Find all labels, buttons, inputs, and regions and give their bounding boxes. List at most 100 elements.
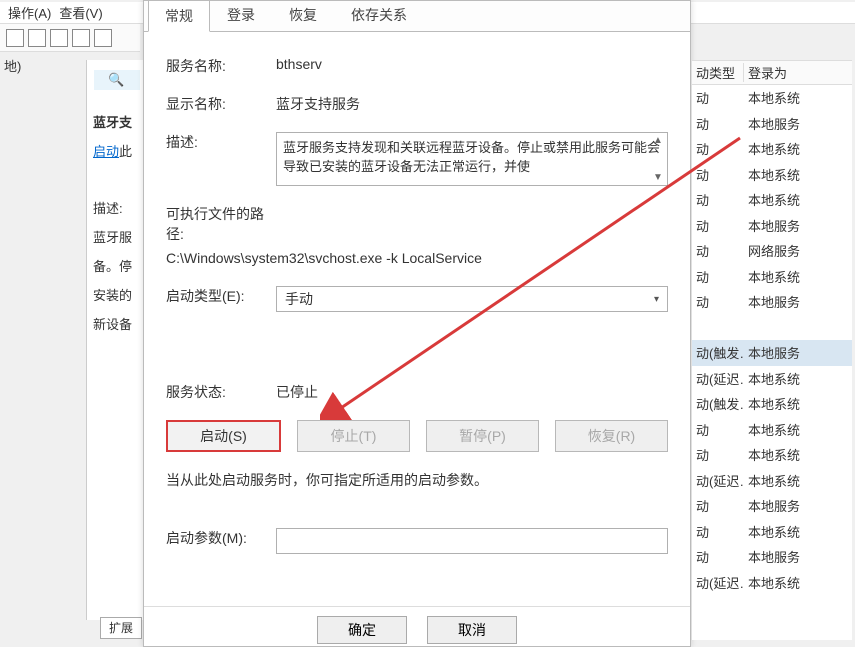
- service-properties-dialog: 常规 登录 恢复 依存关系 服务名称: bthserv 显示名称: 蓝牙支持服务…: [143, 0, 691, 647]
- start-params-input[interactable]: [276, 528, 668, 554]
- cell-startup-type: 动(触发…: [692, 394, 744, 413]
- cell-logon-as: 本地系统: [744, 522, 852, 541]
- service-row[interactable]: 动本地服务: [692, 213, 852, 239]
- header-startup-type[interactable]: 动类型: [692, 63, 744, 82]
- toolbar: [0, 24, 140, 52]
- start-button[interactable]: 启动(S): [166, 420, 281, 452]
- cell-logon-as: 网络服务: [744, 241, 852, 260]
- cell-startup-type: 动: [692, 241, 744, 260]
- service-row[interactable]: 动(延迟…本地系统: [692, 468, 852, 494]
- startup-params-hint: 当从此处启动服务时，你可指定所适用的启动参数。: [166, 470, 668, 490]
- cell-startup-type: 动(触发…: [692, 343, 744, 362]
- desc-line-3: 安装的: [87, 283, 146, 306]
- label-service-name: 服务名称:: [166, 56, 276, 76]
- toolbar-icon-3[interactable]: [50, 29, 68, 47]
- cell-startup-type: 动(延迟…: [692, 471, 744, 490]
- cell-logon-as: 本地系统: [744, 369, 852, 388]
- cell-startup-type: 动: [692, 165, 744, 184]
- pause-button: 暂停(P): [426, 420, 539, 452]
- search-icon[interactable]: 🔍: [94, 70, 140, 90]
- service-row[interactable]: [692, 315, 852, 341]
- cell-logon-as: 本地系统: [744, 139, 852, 158]
- value-display-name: 蓝牙支持服务: [276, 94, 668, 114]
- cell-startup-type: 动: [692, 547, 744, 566]
- service-row[interactable]: 动本地系统: [692, 162, 852, 188]
- cell-logon-as: 本地系统: [744, 573, 852, 592]
- cell-logon-as: 本地系统: [744, 267, 852, 286]
- service-row[interactable]: 动本地系统: [692, 264, 852, 290]
- cancel-button[interactable]: 取消: [427, 616, 517, 644]
- scroll-up-icon[interactable]: ▲: [651, 135, 665, 146]
- service-row[interactable]: 动本地系统: [692, 442, 852, 468]
- ok-button[interactable]: 确定: [317, 616, 407, 644]
- header-logon-as[interactable]: 登录为: [744, 63, 852, 82]
- value-exe-path: C:\Windows\system32\svchost.exe -k Local…: [166, 250, 668, 266]
- start-service-link[interactable]: 启动: [93, 144, 119, 159]
- service-row[interactable]: 动(触发…本地服务: [692, 340, 852, 366]
- label-exe-path: 可执行文件的路径:: [166, 204, 276, 244]
- tab-general[interactable]: 常规: [148, 0, 210, 32]
- description-text: 蓝牙服务支持发现和关联远程蓝牙设备。停止或禁用此服务可能会导致已安装的蓝牙设备无…: [283, 140, 660, 174]
- service-row[interactable]: 动(延迟…本地系统: [692, 570, 852, 596]
- label-startup-type: 启动类型(E):: [166, 286, 276, 306]
- description-box[interactable]: 蓝牙服务支持发现和关联远程蓝牙设备。停止或禁用此服务可能会导致已安装的蓝牙设备无…: [276, 132, 668, 186]
- service-row[interactable]: 动本地服务: [692, 493, 852, 519]
- service-row[interactable]: 动本地系统: [692, 85, 852, 111]
- cell-logon-as: 本地服务: [744, 547, 852, 566]
- service-row[interactable]: 动本地服务: [692, 111, 852, 137]
- cell-startup-type: 动: [692, 88, 744, 107]
- service-row[interactable]: 动网络服务: [692, 238, 852, 264]
- cell-logon-as: 本地服务: [744, 496, 852, 515]
- chevron-down-icon: ▾: [654, 294, 659, 305]
- tab-logon[interactable]: 登录: [210, 0, 272, 31]
- service-row[interactable]: 动本地系统: [692, 417, 852, 443]
- desc-line-2: 备。停: [87, 254, 146, 277]
- cell-logon-as: 本地服务: [744, 114, 852, 133]
- cell-startup-type: 动: [692, 216, 744, 235]
- services-detail-panel: 🔍 蓝牙支 启动此 描述: 蓝牙服 备。停 安装的 新设备: [86, 60, 146, 620]
- service-row[interactable]: 动本地服务: [692, 289, 852, 315]
- cell-logon-as: 本地系统: [744, 165, 852, 184]
- toolbar-icon-5[interactable]: [94, 29, 112, 47]
- services-list: 动类型 登录为 动本地系统动本地服务动本地系统动本地系统动本地系统动本地服务动网…: [692, 60, 852, 640]
- desc-line-1: 蓝牙服: [87, 225, 146, 248]
- extended-tab[interactable]: 扩展: [100, 617, 142, 639]
- value-service-status: 已停止: [276, 382, 668, 402]
- description-scrollbar[interactable]: ▲ ▼: [651, 135, 665, 183]
- service-row[interactable]: 动本地服务: [692, 544, 852, 570]
- tab-body-general: 服务名称: bthserv 显示名称: 蓝牙支持服务 描述: 蓝牙服务支持发现和…: [144, 31, 690, 582]
- scroll-down-icon[interactable]: ▼: [651, 172, 665, 183]
- tab-dependencies[interactable]: 依存关系: [334, 0, 424, 31]
- desc-label: 描述:: [87, 196, 146, 219]
- service-row[interactable]: 动(延迟…本地系统: [692, 366, 852, 392]
- cell-startup-type: 动(延迟…: [692, 573, 744, 592]
- startup-type-dropdown[interactable]: 手动 ▾: [276, 286, 668, 312]
- services-list-header: 动类型 登录为: [692, 61, 852, 85]
- selected-service-title: 蓝牙支: [87, 110, 146, 133]
- menu-view[interactable]: 查看(V): [55, 1, 106, 24]
- label-start-params: 启动参数(M):: [166, 528, 276, 548]
- toolbar-icon-2[interactable]: [28, 29, 46, 47]
- cell-startup-type: 动: [692, 190, 744, 209]
- service-row[interactable]: 动本地系统: [692, 136, 852, 162]
- cell-logon-as: 本地系统: [744, 471, 852, 490]
- cell-startup-type: 动: [692, 292, 744, 311]
- toolbar-icon-4[interactable]: [72, 29, 90, 47]
- resume-button: 恢复(R): [555, 420, 668, 452]
- cell-logon-as: 本地服务: [744, 216, 852, 235]
- cell-logon-as: 本地系统: [744, 420, 852, 439]
- service-row[interactable]: 动本地系统: [692, 519, 852, 545]
- cell-logon-as: 本地服务: [744, 343, 852, 362]
- service-row[interactable]: 动本地系统: [692, 187, 852, 213]
- dialog-button-bar: 确定 取消: [144, 606, 690, 646]
- toolbar-icon-1[interactable]: [6, 29, 24, 47]
- menu-file[interactable]: 操作(A): [4, 1, 55, 24]
- tab-strip: 常规 登录 恢复 依存关系: [144, 1, 690, 31]
- cell-logon-as: 本地服务: [744, 292, 852, 311]
- service-row[interactable]: 动(触发…本地系统: [692, 391, 852, 417]
- tab-recovery[interactable]: 恢复: [272, 0, 334, 31]
- start-service-link-row: 启动此: [87, 139, 146, 162]
- label-description: 描述:: [166, 132, 276, 152]
- desc-line-4: 新设备: [87, 312, 146, 335]
- cell-startup-type: 动: [692, 267, 744, 286]
